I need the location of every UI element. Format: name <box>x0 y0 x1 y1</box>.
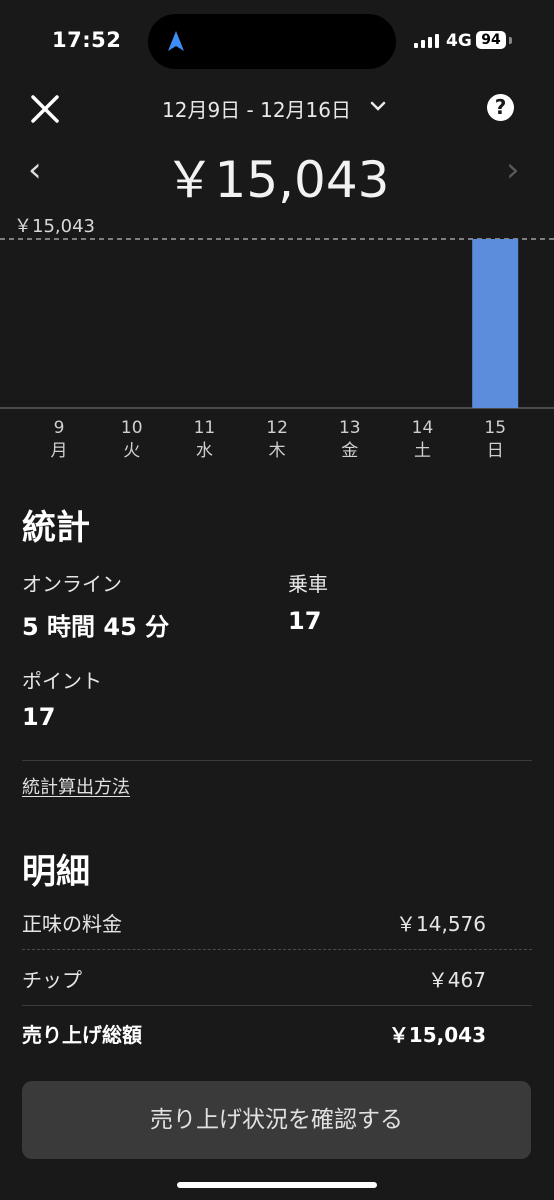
chart-x-day-label: 11 <box>194 418 216 438</box>
next-week-button[interactable]: › <box>506 150 520 190</box>
help-icon[interactable]: ? <box>487 94 514 121</box>
points-value: 17 <box>22 703 56 731</box>
rides-value: 17 <box>288 607 322 635</box>
stats-method-link[interactable]: 統計算出方法 <box>22 773 130 799</box>
chart-x-weekday-label: 土 <box>414 441 431 461</box>
earnings-bar-chart: 9 月 10 火 11 水 12 木 13 金 14 土 15 日 <box>0 238 554 461</box>
online-value: 5 時間 45 分 <box>22 613 170 641</box>
battery-icon: 94 <box>476 31 506 49</box>
total-sales-label: 売り上げ総額 <box>22 1023 142 1047</box>
chevron-down-icon[interactable] <box>370 100 386 112</box>
online-label: オンライン <box>22 572 122 596</box>
net-fare-label: 正味の料金 <box>22 912 122 936</box>
chart-x-weekday-label: 水 <box>196 441 213 461</box>
tip-value: ￥467 <box>427 968 486 992</box>
chart-x-day-label: 14 <box>412 418 434 438</box>
breakdown-divider-dashed <box>22 949 532 950</box>
date-range-selector[interactable]: 12月9日 - 12月16日 <box>162 94 351 123</box>
chart-x-weekday-label: 月 <box>51 441 68 461</box>
view-earnings-status-button[interactable]: 売り上げ状況を確認する <box>22 1081 531 1159</box>
stats-divider <box>22 760 532 761</box>
navigation-arrow-icon <box>168 31 184 51</box>
chart-x-day-label: 12 <box>266 418 288 438</box>
status-time: 17:52 <box>52 28 122 52</box>
home-indicator[interactable] <box>177 1182 377 1188</box>
breakdown-divider <box>22 1005 532 1006</box>
close-icon[interactable] <box>28 92 62 126</box>
chart-x-weekday-label: 火 <box>123 441 140 461</box>
tip-label: チップ <box>22 968 82 992</box>
chart-x-day-label: 13 <box>339 418 361 438</box>
total-earnings: ￥15,043 <box>164 151 390 209</box>
rides-label: 乗車 <box>288 572 328 596</box>
points-label: ポイント <box>22 669 102 693</box>
chart-x-day-label: 10 <box>121 418 143 438</box>
battery-tip <box>509 37 512 44</box>
chart-x-weekday-label: 日 <box>487 441 504 461</box>
breakdown-title: 明細 <box>22 852 90 892</box>
net-fare-value: ￥14,576 <box>396 912 486 936</box>
network-type: 4G <box>446 31 472 51</box>
chart-x-weekday-label: 金 <box>341 441 358 461</box>
chart-x-day-label: 15 <box>484 418 506 438</box>
total-sales-value: ￥15,043 <box>388 1023 486 1047</box>
chart-x-day-label: 9 <box>54 418 65 438</box>
cellular-signal-icon <box>414 34 440 48</box>
chart-x-weekday-label: 木 <box>269 441 286 461</box>
chart-bar-15[interactable] <box>472 239 519 408</box>
stats-title: 統計 <box>22 508 90 548</box>
